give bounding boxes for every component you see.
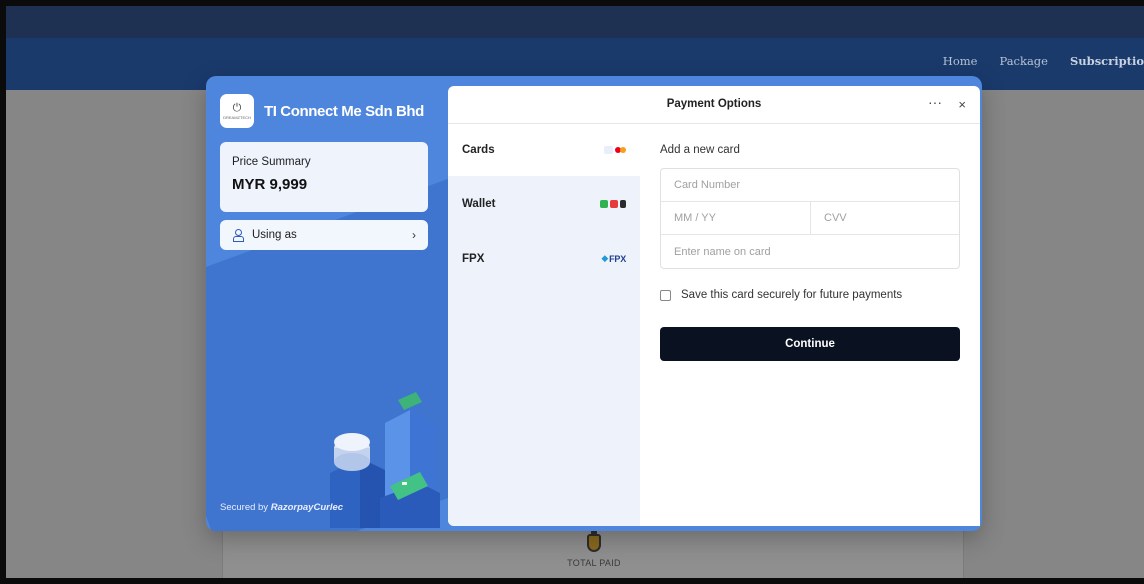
total-paid-label: TOTAL PAID <box>567 558 621 568</box>
method-cards[interactable]: Cards <box>448 124 640 176</box>
chevron-right-icon: › <box>412 228 416 242</box>
screen-frame: Home Package Subscriptio TOTAL PAID ⏻ DR… <box>0 0 1144 584</box>
price-summary-title: Price Summary <box>232 156 311 168</box>
panel-header: Payment Options ··· × <box>448 86 980 124</box>
save-card-option[interactable]: Save this card securely for future payme… <box>660 289 960 301</box>
panel-title: Payment Options <box>666 98 762 110</box>
merchant-logo: ⏻ DREAMZTECH <box>220 94 254 128</box>
secured-by-text: Secured by RazorpayCurlec <box>220 502 343 513</box>
card-brands-icons <box>604 146 626 154</box>
price-summary: Price Summary MYR 9,999 <box>220 142 428 212</box>
green-card-shape <box>398 392 422 410</box>
money-bag-icon <box>587 530 601 552</box>
more-options-icon[interactable]: ··· <box>928 94 942 110</box>
merchant-brand: ⏻ DREAMZTECH TI Connect Me Sdn Bhd <box>220 94 424 128</box>
coin-stack-shape <box>334 433 370 451</box>
background-top-bar <box>6 6 1144 38</box>
method-cards-label: Cards <box>462 144 495 156</box>
fpx-icon: ◆ FPX <box>601 253 626 264</box>
total-paid-stat: TOTAL PAID <box>546 530 642 568</box>
cvv-field[interactable]: CVV <box>811 202 847 234</box>
card-chip-shape <box>402 482 407 485</box>
visa-icon <box>604 146 613 154</box>
save-card-label: Save this card securely for future payme… <box>681 289 903 301</box>
expiry-field[interactable]: MM / YY <box>661 202 811 234</box>
razorpay-curlec-logo: RazorpayCurlec <box>270 502 344 513</box>
name-on-card-field[interactable]: Enter name on card <box>661 235 959 268</box>
grabpay-wallet-icon <box>620 199 626 208</box>
user-icon <box>232 229 244 242</box>
price-summary-amount: MYR 9,999 <box>232 176 308 193</box>
secured-by-prefix: Secured by <box>220 502 269 513</box>
method-fpx-label: FPX <box>462 252 485 265</box>
method-wallet-label: Wallet <box>462 197 496 210</box>
merchant-panel: ⏻ DREAMZTECH TI Connect Me Sdn Bhd Price… <box>206 76 624 531</box>
nav-link-subscription[interactable]: Subscriptio <box>1070 54 1144 68</box>
boost-wallet-icon <box>610 199 618 208</box>
close-icon[interactable]: × <box>958 97 966 112</box>
fpx-icon-text: FPX <box>609 253 626 264</box>
add-card-heading: Add a new card <box>660 144 740 156</box>
background-nav-links: Home Package Subscriptio <box>943 54 1144 68</box>
payment-options-panel: Payment Options ··· × Cards Wallet FPX ◆… <box>448 86 980 526</box>
expiry-cvv-row: MM / YY CVV <box>661 202 959 235</box>
payment-methods-list: Cards Wallet FPX ◆ FPX <box>448 124 640 526</box>
power-icon: ⏻ <box>232 101 242 114</box>
using-as-button[interactable]: Using as › <box>220 220 428 250</box>
coin-stack-shape <box>334 453 370 471</box>
method-fpx[interactable]: FPX ◆ FPX <box>448 231 640 286</box>
merchant-name: TI Connect Me Sdn Bhd <box>264 102 424 120</box>
fpx-diamond-icon: ◆ <box>601 253 609 263</box>
nav-link-package[interactable]: Package <box>999 54 1048 68</box>
card-number-field[interactable]: Card Number <box>661 169 959 202</box>
nav-link-home[interactable]: Home <box>943 54 978 68</box>
method-wallet[interactable]: Wallet <box>448 176 640 231</box>
merchant-logo-text: DREAMZTECH <box>223 114 251 120</box>
save-card-checkbox[interactable] <box>660 289 671 301</box>
card-input-group: Card Number MM / YY CVV Enter name on ca… <box>660 168 960 269</box>
payment-modal: ⏻ DREAMZTECH TI Connect Me Sdn Bhd Price… <box>206 76 982 531</box>
using-as-label: Using as <box>252 229 297 241</box>
card-form: Add a new card Card Number MM / YY CVV E… <box>660 124 960 361</box>
tng-wallet-icon <box>600 199 608 208</box>
card-number-placeholder: Card Number <box>674 179 741 191</box>
continue-button[interactable]: Continue <box>660 327 960 361</box>
name-on-card-placeholder: Enter name on card <box>674 245 771 258</box>
mastercard-icon <box>620 147 626 153</box>
wallet-brands-icons <box>600 199 626 208</box>
